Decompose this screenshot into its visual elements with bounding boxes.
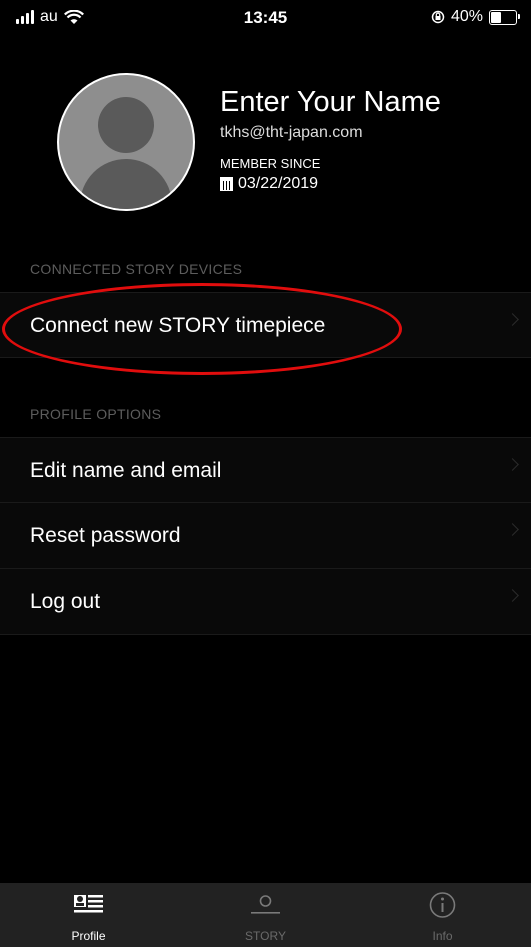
chevron-right-icon [506, 313, 519, 326]
connect-new-timepiece-label: Connect new STORY timepiece [30, 314, 326, 337]
chevron-right-icon [506, 523, 519, 536]
tab-profile[interactable]: Profile [0, 883, 177, 947]
battery-percent: 40% [450, 8, 483, 25]
avatar[interactable] [57, 73, 195, 211]
status-bar: au 13:45 40% [0, 0, 531, 36]
profile-email: tkhs@tht-japan.com [220, 124, 363, 141]
battery-icon [489, 9, 520, 25]
edit-name-email-label: Edit name and email [30, 459, 222, 482]
member-since-label: MEMBER SINCE [220, 156, 321, 171]
tab-info[interactable]: Info [354, 883, 531, 947]
section-header-profile-options: PROFILE OPTIONS [30, 406, 162, 422]
battery-fill [491, 11, 501, 23]
calendar-icon [220, 177, 233, 191]
chevron-right-icon [506, 589, 519, 602]
edit-name-email-row[interactable]: Edit name and email [0, 437, 531, 503]
member-since-row: 03/22/2019 [220, 175, 318, 193]
info-icon [429, 892, 456, 918]
story-watch-icon [251, 895, 280, 914]
tab-bar: Profile STORY Info [0, 883, 531, 947]
section-header-connected-devices: CONNECTED STORY DEVICES [30, 261, 243, 277]
profile-name: Enter Your Name [220, 86, 441, 118]
reset-password-row[interactable]: Reset password [0, 503, 531, 569]
tab-story-label: STORY [245, 929, 286, 943]
log-out-row[interactable]: Log out [0, 569, 531, 635]
profile-card-icon [74, 895, 103, 913]
member-since-date: 03/22/2019 [238, 175, 319, 192]
tab-info-label: Info [432, 929, 453, 943]
log-out-label: Log out [30, 590, 101, 613]
orientation-lock-icon [431, 10, 445, 24]
avatar-head [98, 97, 154, 153]
chevron-right-icon [506, 458, 519, 471]
reset-password-label: Reset password [30, 524, 181, 547]
tab-story[interactable]: STORY [177, 883, 354, 947]
connect-new-timepiece-row[interactable]: Connect new STORY timepiece [0, 292, 531, 358]
tab-profile-label: Profile [71, 929, 106, 943]
avatar-body [80, 159, 172, 209]
status-right: 40% [431, 8, 520, 26]
